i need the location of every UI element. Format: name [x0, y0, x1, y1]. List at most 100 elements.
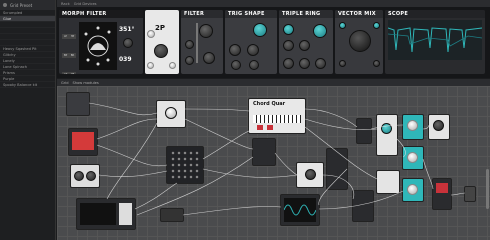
- trig-shape-knob[interactable]: [253, 23, 267, 37]
- bottom-left-display: [80, 203, 116, 225]
- triple-ring-title: TRIPLE RING: [279, 10, 333, 18]
- white-mid-knob[interactable]: [305, 169, 316, 180]
- device-morph-filter: MORPH FILTER LPHPBPBRAPCBMSPH 351° 039: [59, 10, 143, 74]
- trig-rate-knob[interactable]: [229, 44, 241, 56]
- white-module-knob-2[interactable]: [86, 171, 96, 181]
- filter-type-button[interactable]: BP: [62, 53, 69, 58]
- module-chord-below[interactable]: [253, 139, 275, 165]
- right-e-knob[interactable]: [407, 152, 418, 163]
- note-knob[interactable]: [165, 107, 177, 119]
- bottom-left-controls: [119, 203, 132, 225]
- module-right-e[interactable]: [403, 147, 423, 169]
- module-top-left[interactable]: [67, 93, 89, 115]
- device-vector-mix: VECTOR MIX: [335, 10, 383, 74]
- module-mid-grey[interactable]: [327, 149, 347, 189]
- module-right-g[interactable]: [403, 179, 423, 201]
- filter-res-knob[interactable]: [185, 40, 194, 49]
- tab-rack[interactable]: Rack: [61, 2, 70, 6]
- poles-readout: 2P: [155, 24, 166, 32]
- filter-cutoff-knob[interactable]: [199, 24, 213, 38]
- browser-header: Grid Preset: [0, 0, 55, 10]
- module-ring-mod[interactable]: [69, 129, 97, 155]
- vector-knob-d[interactable]: [373, 60, 380, 67]
- ring-knob-4[interactable]: [299, 40, 310, 51]
- preset-item[interactable]: Spooky Balance kit: [0, 82, 55, 88]
- device-triple-ring: TRIPLE RING: [279, 10, 333, 74]
- module-small-mid[interactable]: [161, 209, 183, 221]
- filter-type-button[interactable]: AP: [62, 72, 69, 74]
- app-window: Grid Preset Scrumpled Glue Heavy Sqashed P…: [0, 0, 490, 240]
- module-bottom-left[interactable]: [77, 199, 135, 229]
- morph-shape-display[interactable]: [79, 22, 117, 70]
- preset-list: Scrumpled Glue Heavy Sqashed Pit Glitchy Lon…: [0, 10, 55, 88]
- device-scope: SCOPE: [385, 10, 485, 74]
- module-note[interactable]: [157, 101, 185, 127]
- white-module-knob[interactable]: [74, 171, 84, 181]
- right-d-knob[interactable]: [433, 120, 444, 131]
- module-right-d[interactable]: [429, 115, 449, 139]
- browser-title: Grid Preset: [10, 2, 33, 8]
- device-poles: 2P: [145, 10, 179, 74]
- vector-knob-c[interactable]: [339, 60, 346, 67]
- chord-quant-title: Chord Quar: [253, 101, 286, 107]
- module-right-a[interactable]: [357, 119, 371, 143]
- morph-value-readout: 039: [119, 56, 132, 63]
- ring-knob-3[interactable]: [283, 40, 294, 51]
- scope-title: SCOPE: [385, 10, 485, 18]
- mix-knob[interactable]: [169, 62, 176, 69]
- sine-display: [284, 198, 316, 222]
- ring-knob-2[interactable]: [313, 24, 327, 38]
- resonance-knob[interactable]: [154, 44, 168, 58]
- ring-knob-5[interactable]: [283, 58, 294, 69]
- module-right-b[interactable]: [377, 115, 397, 155]
- module-sine-scope[interactable]: [281, 195, 319, 225]
- filter-slider[interactable]: [196, 23, 198, 63]
- module-right-c[interactable]: [403, 115, 423, 139]
- module-chord-quant[interactable]: Chord Quar: [249, 99, 305, 133]
- vector-mix-title: VECTOR MIX: [335, 10, 383, 18]
- right-c-knob[interactable]: [407, 120, 418, 131]
- chord-keyboard[interactable]: [253, 115, 301, 123]
- trig-amount-knob[interactable]: [247, 44, 259, 56]
- vector-knob-a[interactable]: [339, 22, 346, 29]
- device-trig-shape: TRIG SHAPE: [225, 10, 277, 74]
- module-knobs-white[interactable]: [71, 165, 99, 187]
- workspace-scrollbar[interactable]: [486, 169, 489, 209]
- filter-type-button[interactable]: BR: [69, 53, 76, 58]
- vector-mix-knob[interactable]: [349, 30, 371, 52]
- filter-type-button[interactable]: LP: [62, 34, 69, 39]
- morph-knob[interactable]: [123, 38, 133, 48]
- ring-knob-6[interactable]: [299, 58, 310, 69]
- device-rack: Rack Grid Devices MORPH FILTER LPHP BPBR A…: [57, 0, 490, 78]
- tab-grid-devices[interactable]: Grid Devices: [74, 2, 97, 6]
- module-right-h[interactable]: [353, 191, 373, 221]
- trig-width-knob[interactable]: [249, 60, 259, 70]
- ring-knob-1[interactable]: [283, 24, 294, 35]
- tab-grid[interactable]: Grid: [61, 81, 69, 85]
- chord-led-1: [257, 125, 263, 130]
- sequencer-grid: [170, 150, 200, 180]
- drive-knob[interactable]: [147, 62, 154, 69]
- vector-knob-b[interactable]: [373, 22, 380, 29]
- filter-type-buttons: LPHPBPBRAPCBMSPH: [62, 22, 76, 74]
- right-g-knob[interactable]: [407, 184, 418, 195]
- trig-phase-knob[interactable]: [231, 60, 241, 70]
- morph-angle-readout: 351°: [119, 26, 135, 33]
- cutoff-knob[interactable]: [147, 30, 155, 38]
- browser-icon[interactable]: [3, 3, 7, 7]
- rack-tabbar: Rack Grid Devices: [57, 0, 490, 7]
- filter-drive-knob[interactable]: [203, 52, 215, 64]
- scope-display: [388, 20, 482, 60]
- filter-title: FILTER: [181, 10, 223, 18]
- filter-type-button[interactable]: CB: [69, 72, 76, 74]
- module-red-out[interactable]: [433, 179, 451, 209]
- module-right-f[interactable]: [377, 171, 399, 193]
- module-far-right[interactable]: [465, 187, 475, 201]
- module-sequencer[interactable]: [167, 147, 203, 183]
- ring-knob-7[interactable]: [315, 58, 326, 69]
- filter-env-knob[interactable]: [185, 56, 194, 65]
- right-b-knob[interactable]: [381, 123, 392, 134]
- tab-show-modules[interactable]: Show modules: [73, 81, 99, 85]
- filter-type-button[interactable]: HP: [69, 34, 76, 39]
- module-white-mid[interactable]: [297, 163, 323, 187]
